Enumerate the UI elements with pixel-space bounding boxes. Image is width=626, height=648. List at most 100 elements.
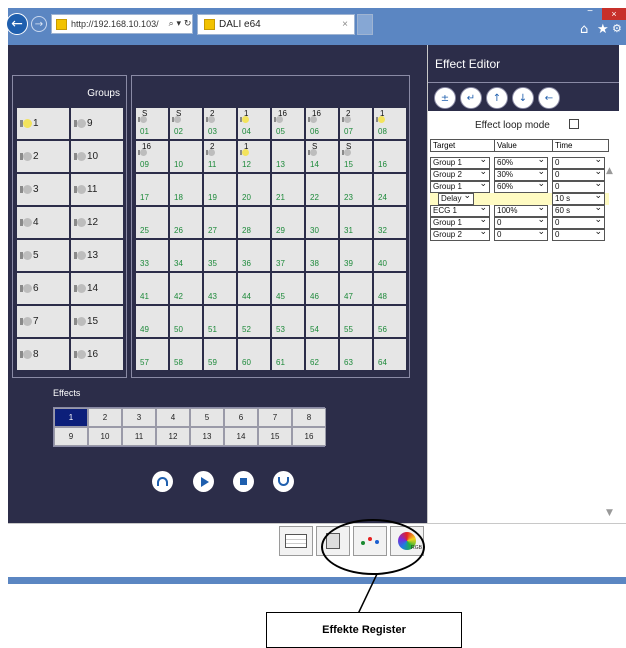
address-tools-icon[interactable]: ⌕ ▾ ↻ bbox=[169, 19, 192, 29]
group-button[interactable]: 2 bbox=[16, 140, 70, 173]
scroll-up-icon[interactable]: ▲ bbox=[606, 166, 613, 176]
target-select[interactable]: Group 2 bbox=[430, 227, 490, 241]
value-select[interactable]: 60% bbox=[494, 179, 548, 193]
ecg-button[interactable]: 41 bbox=[135, 272, 169, 305]
ecg-button[interactable]: 56 bbox=[373, 305, 407, 338]
ecg-button[interactable]: 29 bbox=[271, 206, 305, 239]
ecg-button[interactable]: S 02 bbox=[169, 107, 203, 140]
ecg-button[interactable]: 38 bbox=[305, 239, 339, 272]
ecg-button[interactable]: 54 bbox=[305, 305, 339, 338]
ecg-button[interactable]: 19 bbox=[203, 173, 237, 206]
effect-slot[interactable]: 13 bbox=[190, 427, 224, 446]
ecg-button[interactable]: 61 bbox=[271, 338, 305, 371]
insert-step-button[interactable]: ↵ bbox=[460, 87, 482, 109]
ecg-button[interactable]: 55 bbox=[339, 305, 373, 338]
ecg-button[interactable]: 28 bbox=[237, 206, 271, 239]
ecg-button[interactable]: 16 05 bbox=[271, 107, 305, 140]
home-icon[interactable]: ⌂ bbox=[580, 22, 588, 37]
favorites-star-icon[interactable]: ★ bbox=[597, 22, 609, 37]
ecg-button[interactable]: 36 bbox=[237, 239, 271, 272]
ecg-button[interactable]: 21 bbox=[271, 173, 305, 206]
ecg-button[interactable]: 16 06 bbox=[305, 107, 339, 140]
effect-slot[interactable]: 6 bbox=[224, 408, 258, 427]
ecg-button[interactable]: 33 bbox=[135, 239, 169, 272]
ecg-button[interactable]: 13 bbox=[271, 140, 305, 173]
target-select[interactable]: Group 1 bbox=[430, 179, 490, 193]
ecg-button[interactable]: 51 bbox=[203, 305, 237, 338]
time-select[interactable]: 0 bbox=[552, 227, 605, 241]
ecg-button[interactable]: 1 04 bbox=[237, 107, 271, 140]
ecg-button[interactable]: S 14 bbox=[305, 140, 339, 173]
settings-gear-icon[interactable]: ⚙ bbox=[612, 22, 622, 35]
forward-button[interactable]: → bbox=[31, 16, 47, 32]
ecg-button[interactable]: 62 bbox=[305, 338, 339, 371]
ecg-button[interactable]: 22 bbox=[305, 173, 339, 206]
effect-slot[interactable]: 5 bbox=[190, 408, 224, 427]
group-button[interactable]: 7 bbox=[16, 305, 70, 338]
ecg-button[interactable]: 25 bbox=[135, 206, 169, 239]
group-button[interactable]: 16 bbox=[70, 338, 124, 371]
add-step-button[interactable]: ± bbox=[434, 87, 456, 109]
effect-slot[interactable]: 10 bbox=[88, 427, 122, 446]
ecg-button[interactable]: 2 03 bbox=[203, 107, 237, 140]
effect-slot[interactable]: 16 bbox=[292, 427, 326, 446]
ecg-button[interactable]: 16 bbox=[373, 140, 407, 173]
group-button[interactable]: 13 bbox=[70, 239, 124, 272]
ecg-button[interactable]: 49 bbox=[135, 305, 169, 338]
ecg-button[interactable]: 26 bbox=[169, 206, 203, 239]
ecg-button[interactable]: 53 bbox=[271, 305, 305, 338]
ecg-button[interactable]: 20 bbox=[237, 173, 271, 206]
ecg-button[interactable]: 35 bbox=[203, 239, 237, 272]
ecg-button[interactable]: 57 bbox=[135, 338, 169, 371]
group-button[interactable]: 12 bbox=[70, 206, 124, 239]
effect-slot[interactable]: 2 bbox=[88, 408, 122, 427]
loop-mode-checkbox[interactable] bbox=[569, 119, 579, 129]
ecg-button[interactable]: 17 bbox=[135, 173, 169, 206]
back-button[interactable]: ← bbox=[6, 13, 28, 35]
tab-close-icon[interactable]: × bbox=[342, 19, 348, 30]
ecg-button[interactable]: 1 12 bbox=[237, 140, 271, 173]
ecg-button[interactable]: 18 bbox=[169, 173, 203, 206]
ecg-button[interactable]: 59 bbox=[203, 338, 237, 371]
ecg-button[interactable]: 43 bbox=[203, 272, 237, 305]
group-button[interactable]: 15 bbox=[70, 305, 124, 338]
group-button[interactable]: 4 bbox=[16, 206, 70, 239]
ecg-button[interactable]: 44 bbox=[237, 272, 271, 305]
effect-slot[interactable]: 3 bbox=[122, 408, 156, 427]
minimize-icon[interactable]: − bbox=[579, 7, 601, 20]
window-close-icon[interactable]: × bbox=[602, 8, 626, 20]
group-button[interactable]: 1 bbox=[16, 107, 70, 140]
ecg-button[interactable]: 58 bbox=[169, 338, 203, 371]
ecg-button[interactable]: 23 bbox=[339, 173, 373, 206]
ecg-button[interactable]: 37 bbox=[271, 239, 305, 272]
play-button[interactable] bbox=[193, 471, 214, 492]
ecg-button[interactable]: 47 bbox=[339, 272, 373, 305]
scroll-down-icon[interactable]: ▼ bbox=[606, 508, 613, 518]
ecg-button[interactable]: 50 bbox=[169, 305, 203, 338]
reset-button[interactable] bbox=[273, 471, 294, 492]
ecg-button[interactable]: 1 08 bbox=[373, 107, 407, 140]
ecg-button[interactable]: 45 bbox=[271, 272, 305, 305]
value-select[interactable]: 0 bbox=[494, 227, 548, 241]
delete-step-button[interactable]: ← bbox=[538, 87, 560, 109]
group-button[interactable]: 14 bbox=[70, 272, 124, 305]
ecg-button[interactable]: 16 09 bbox=[135, 140, 169, 173]
group-button[interactable]: 5 bbox=[16, 239, 70, 272]
effect-slot[interactable]: 14 bbox=[224, 427, 258, 446]
ecg-button[interactable]: 60 bbox=[237, 338, 271, 371]
ecg-button[interactable]: 10 bbox=[169, 140, 203, 173]
address-bar[interactable]: http://192.168.10.103/ ⌕ ▾ ↻ bbox=[51, 14, 193, 34]
ecg-button[interactable]: 48 bbox=[373, 272, 407, 305]
ecg-button[interactable]: 31 bbox=[339, 206, 373, 239]
record-button[interactable] bbox=[152, 471, 173, 492]
effect-slot[interactable]: 8 bbox=[292, 408, 326, 427]
ecg-button[interactable]: S 01 bbox=[135, 107, 169, 140]
effect-slot[interactable]: 12 bbox=[156, 427, 190, 446]
group-button[interactable]: 8 bbox=[16, 338, 70, 371]
stop-button[interactable] bbox=[233, 471, 254, 492]
ecg-button[interactable]: 34 bbox=[169, 239, 203, 272]
ecg-button[interactable]: 64 bbox=[373, 338, 407, 371]
ecg-button[interactable]: 2 07 bbox=[339, 107, 373, 140]
target-select[interactable]: Delay bbox=[438, 191, 474, 205]
ecg-button[interactable]: 63 bbox=[339, 338, 373, 371]
